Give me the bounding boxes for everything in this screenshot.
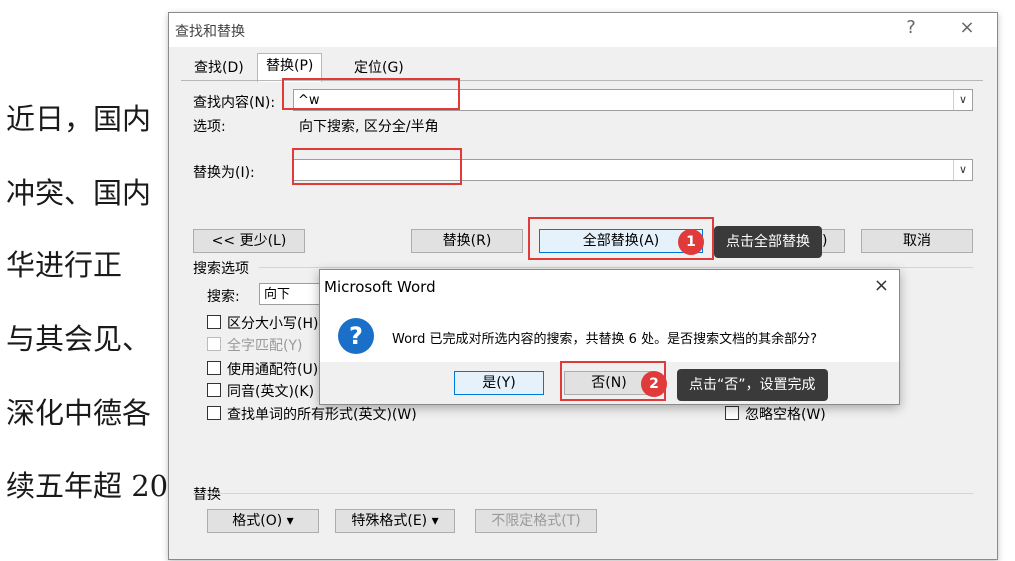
checkbox-icon[interactable]	[207, 406, 221, 420]
checkbox-icon[interactable]	[207, 383, 221, 397]
help-button[interactable]: ?	[899, 17, 923, 38]
tooltip-step-2: 点击“否”，设置完成	[677, 369, 828, 401]
doc-line: 深化中德各	[6, 396, 152, 430]
checkbox-label: 区分大小写(H)	[227, 316, 319, 332]
chevron-down-icon[interactable]: ∨	[953, 160, 972, 180]
doc-line: 近日，国内	[6, 102, 152, 136]
checkbox-label: 同音(英文)(K)	[227, 384, 315, 400]
doc-line: 冲突、国内	[6, 176, 152, 210]
yes-button[interactable]: 是(Y)	[454, 371, 544, 395]
checkbox-ignore-space[interactable]: 忽略空格(W)	[725, 404, 826, 424]
message-box-title: Microsoft Word	[324, 278, 436, 296]
less-button[interactable]: << 更少(L)	[193, 229, 305, 253]
doc-line: 与其会见、	[6, 322, 152, 356]
divider	[193, 493, 973, 494]
replace-button[interactable]: 替换(R)	[411, 229, 523, 253]
search-direction-label: 搜索:	[207, 289, 240, 305]
step-badge-2: 2	[641, 371, 667, 397]
checkbox-match-case[interactable]: 区分大小写(H)	[207, 313, 318, 333]
step-badge-1: 1	[678, 229, 704, 255]
close-button[interactable]: ×	[955, 17, 979, 38]
checkbox-icon[interactable]	[207, 315, 221, 329]
doc-line: 华进行正	[6, 248, 123, 282]
search-direction-value: 向下	[264, 287, 291, 302]
no-formatting-button: 不限定格式(T)	[475, 509, 597, 533]
tab-find[interactable]: 查找(D)	[185, 55, 253, 81]
replace-section-title: 替换	[193, 487, 221, 503]
highlight-find-input	[282, 78, 460, 110]
find-label: 查找内容(N):	[193, 95, 276, 111]
divider	[259, 267, 973, 268]
checkbox-sounds-like[interactable]: 同音(英文)(K)	[207, 381, 314, 401]
checkbox-label: 忽略空格(W)	[745, 407, 826, 423]
special-format-button[interactable]: 特殊格式(E) ▾	[335, 509, 455, 533]
chevron-down-icon[interactable]: ∨	[953, 90, 972, 110]
question-icon: ?	[338, 318, 374, 354]
checkbox-wildcards[interactable]: 使用通配符(U)	[207, 359, 318, 379]
highlight-replace-input	[292, 148, 462, 185]
search-options-title: 搜索选项	[193, 261, 249, 277]
dialog-titlebar[interactable]: 查找和替换 ? ×	[169, 13, 997, 47]
tooltip-step-1: 点击全部替换	[714, 226, 822, 258]
dialog-title: 查找和替换	[175, 24, 245, 40]
doc-line: 续五年超 20	[6, 469, 169, 503]
checkbox-label: 全字匹配(Y)	[227, 338, 303, 354]
checkbox-icon[interactable]	[207, 361, 221, 375]
replace-label: 替换为(I):	[193, 165, 255, 181]
format-button[interactable]: 格式(O) ▾	[207, 509, 319, 533]
checkbox-icon	[207, 337, 221, 351]
cancel-button[interactable]: 取消	[861, 229, 973, 253]
checkbox-all-word-forms[interactable]: 查找单词的所有形式(英文)(W)	[207, 404, 417, 424]
checkbox-icon[interactable]	[725, 406, 739, 420]
message-text: Word 已完成对所选内容的搜索，共替换 6 处。是否搜索文档的其余部分?	[392, 332, 817, 347]
checkbox-label: 使用通配符(U)	[227, 362, 319, 378]
options-value: 向下搜索, 区分全/半角	[299, 119, 439, 135]
checkbox-label: 查找单词的所有形式(英文)(W)	[227, 407, 417, 423]
close-icon[interactable]: ×	[874, 275, 889, 296]
options-label: 选项:	[193, 119, 226, 135]
checkbox-whole-word: 全字匹配(Y)	[207, 335, 302, 355]
